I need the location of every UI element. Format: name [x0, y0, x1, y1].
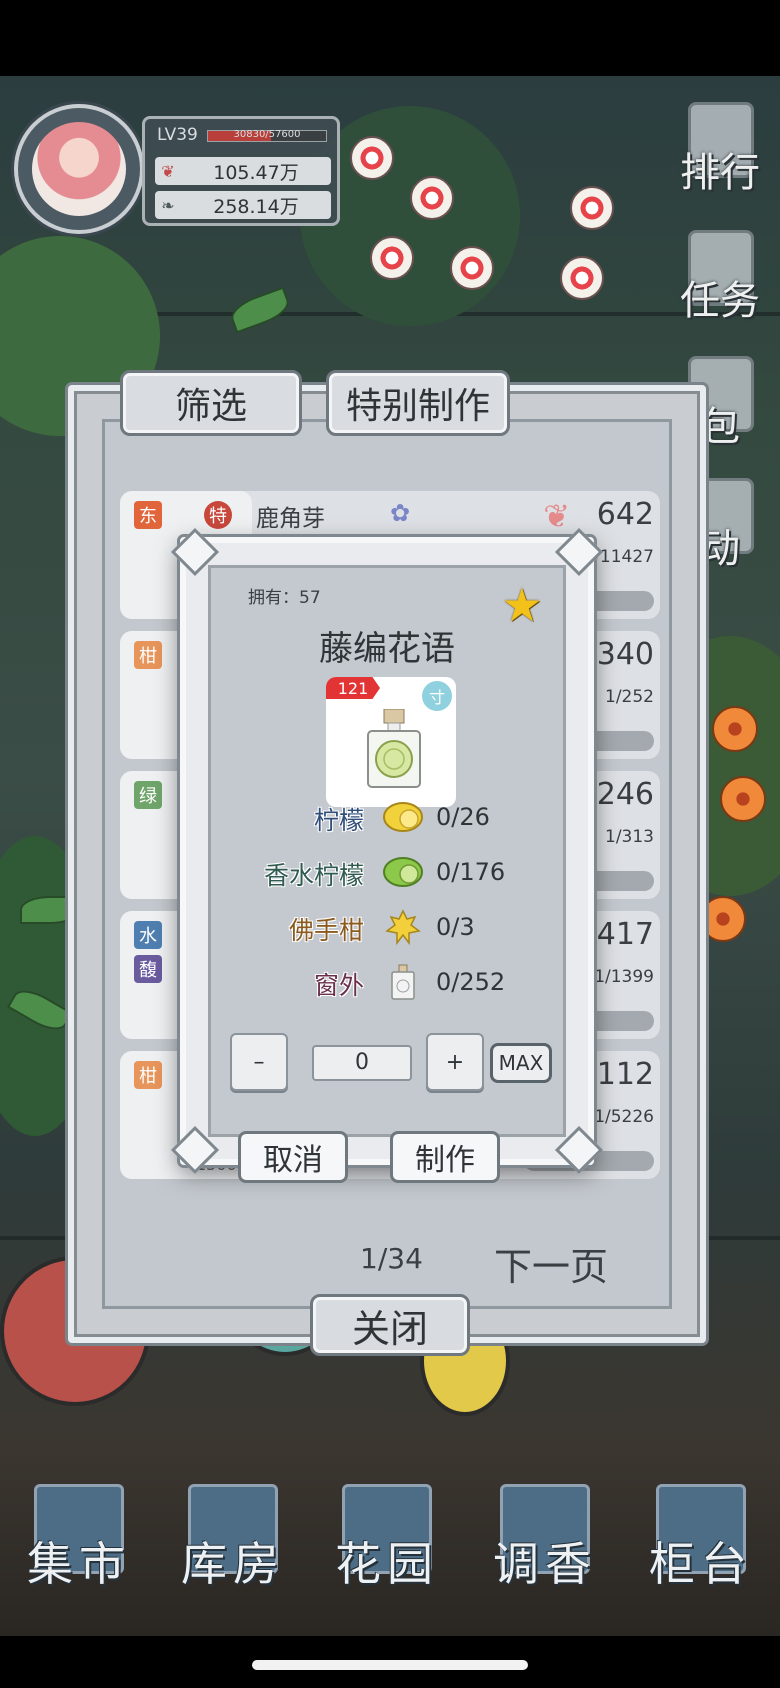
product-image: 121 寸	[326, 677, 456, 807]
currency-leaf: ❧ 258.14万	[155, 191, 331, 219]
category-tag: 水	[134, 921, 162, 949]
item-ratio: 1/252	[605, 687, 654, 707]
nav-garden[interactable]: 花园	[322, 1470, 452, 1606]
currency-leaf-value: 258.14万	[213, 195, 299, 218]
category-tag: 东	[134, 501, 162, 529]
special-tag: 特	[204, 501, 232, 529]
flower	[712, 706, 758, 752]
exp-text: 30830/57600	[233, 129, 301, 140]
currency-petal: ❦ 105.47万	[155, 157, 331, 185]
petal-icon: ❦	[543, 497, 570, 535]
decrease-button[interactable]: –	[230, 1033, 288, 1091]
flower	[350, 136, 394, 180]
flower	[570, 186, 614, 230]
player-profile[interactable]: LV39 30830/57600 ❦ 105.47万 ❧ 258.14万	[14, 104, 340, 236]
item-score: 642	[596, 497, 654, 532]
product-size-badge: 寸	[422, 681, 452, 711]
item-ratio: 1/1399	[594, 967, 654, 987]
flower	[700, 896, 746, 942]
quantity-input[interactable]: 0	[312, 1045, 412, 1081]
flower	[450, 246, 494, 290]
lime-icon	[383, 857, 423, 887]
craft-dialog: 拥有：57 ★ 藤编花语 121 寸 柠檬 0/26 香水柠檬 0/176 佛手…	[170, 527, 604, 1183]
owned-count: 拥有：57	[248, 588, 321, 608]
ingredient-name: 窗外	[313, 971, 364, 1000]
ingredient-count: 0/176	[436, 858, 506, 886]
item-title: 藤编花语	[319, 629, 455, 669]
ingredient-row: 佛手柑 0/3	[186, 903, 588, 953]
category-tag: 绿	[134, 781, 162, 809]
tab-special-make[interactable]: 特别制作	[326, 370, 510, 436]
side-nav-task[interactable]: 任务	[666, 230, 774, 350]
make-button[interactable]: 制作	[390, 1131, 500, 1183]
lemon-icon	[383, 802, 423, 832]
petal-icon: ❦	[161, 161, 175, 181]
player-stats: LV39 30830/57600 ❦ 105.47万 ❧ 258.14万	[142, 116, 340, 226]
nav-counter[interactable]: 柜台	[636, 1470, 766, 1606]
category-tag: 柑	[134, 641, 162, 669]
nav-label: 集市	[27, 1537, 131, 1591]
perfume-bottle-icon	[367, 709, 421, 788]
ingredient-count: 0/252	[436, 968, 506, 996]
item-ratio: 1/5226	[594, 1107, 654, 1127]
avatar-frame[interactable]	[14, 104, 144, 234]
nav-label: 花园	[335, 1537, 439, 1591]
nav-market[interactable]: 集市	[14, 1470, 144, 1606]
category-tag: 柑	[134, 1061, 162, 1089]
item-ratio: 1/313	[605, 827, 654, 847]
leaf-icon: ❧	[161, 195, 175, 215]
flower	[410, 176, 454, 220]
ingredient-name: 香水柠檬	[263, 861, 364, 890]
ingredient-count: 0/26	[436, 803, 490, 831]
nav-label: 调香	[493, 1537, 597, 1591]
side-nav-ranking[interactable]: 排行	[666, 102, 774, 222]
item-name: 鹿角芽	[256, 506, 325, 532]
player-level: LV39	[157, 125, 198, 145]
max-button[interactable]: MAX	[490, 1043, 552, 1083]
product-count-badge: 121	[326, 677, 380, 699]
nav-perfume-mixing[interactable]: 调香	[480, 1470, 610, 1606]
perfume-bottle-icon	[391, 964, 415, 1000]
flower	[560, 256, 604, 300]
cancel-button[interactable]: 取消	[238, 1131, 348, 1183]
next-page-button[interactable]: 下一页	[494, 1236, 608, 1291]
flower	[720, 776, 766, 822]
bottom-nav: 集市 库房 花园 调香 柜台	[0, 1470, 780, 1610]
bergamot-icon	[385, 909, 421, 945]
flower-icon: ✿	[390, 499, 411, 527]
leaf	[227, 286, 293, 334]
ingredient-row: 香水柠檬 0/176	[186, 848, 588, 898]
nav-warehouse[interactable]: 库房	[168, 1470, 298, 1606]
ingredient-row: 窗外 0/252	[186, 958, 588, 1008]
nav-label: 库房	[181, 1537, 285, 1591]
home-indicator[interactable]	[252, 1660, 528, 1670]
side-nav-label: 排行	[680, 150, 760, 196]
nav-label: 柜台	[649, 1537, 753, 1591]
avatar[interactable]	[32, 122, 126, 216]
increase-button[interactable]: +	[426, 1033, 484, 1091]
category-tag: 馥	[134, 955, 162, 983]
exp-bar: 30830/57600	[207, 129, 327, 142]
ingredient-count: 0/3	[436, 913, 475, 941]
close-button[interactable]: 关闭	[310, 1294, 470, 1356]
ingredient-row: 柠檬 0/26	[186, 793, 588, 843]
side-nav-label: 任务	[680, 278, 760, 324]
ingredient-name: 佛手柑	[288, 916, 364, 945]
tab-filter[interactable]: 筛选	[120, 370, 302, 436]
currency-petal-value: 105.47万	[213, 161, 299, 184]
page-indicator: 1/34	[360, 1242, 423, 1275]
flower	[370, 236, 414, 280]
ingredient-name: 柠檬	[313, 806, 364, 835]
